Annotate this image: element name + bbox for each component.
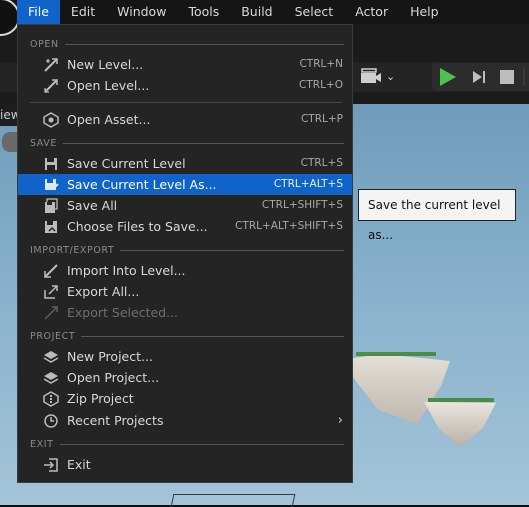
tooltip: Save the current level as... <box>358 189 516 242</box>
exit-icon <box>44 458 58 472</box>
section-header-exit: EXIT <box>30 438 344 450</box>
menu-edit[interactable]: Edit <box>60 0 106 24</box>
menu-entry-save-all[interactable]: Save All CTRL+SHIFT+S <box>18 195 352 216</box>
save-all-icon <box>45 198 58 213</box>
menu-bar: File Edit Window Tools Build Select Acto… <box>0 0 529 36</box>
stop-icon[interactable] <box>500 70 514 84</box>
chevron-right-icon: › <box>337 413 343 428</box>
menu-entry-exit[interactable]: Exit <box>18 454 352 475</box>
menu-entry-import-into-level[interactable]: Import Into Level... <box>18 260 352 281</box>
section-header-open: OPEN <box>30 38 344 50</box>
toolbar-separator <box>523 68 525 86</box>
recent-projects-icon <box>44 414 58 428</box>
choose-files-icon <box>45 221 57 233</box>
open-asset-icon <box>43 112 59 128</box>
menu-window[interactable]: Window <box>106 0 177 24</box>
menu-entry-open-level[interactable]: Open Level... CTRL+O <box>18 75 352 96</box>
section-header-project: PROJECT <box>30 330 344 342</box>
menu-entry-new-project[interactable]: New Project... <box>18 346 352 367</box>
file-menu-dropdown: OPEN New Level... CTRL+N Open Level... C… <box>17 24 353 483</box>
menu-entry-save-current-level-as[interactable]: Save Current Level As... CTRL+ALT+S <box>18 174 352 195</box>
cinematics-icon[interactable] <box>360 68 382 84</box>
menu-build[interactable]: Build <box>230 0 283 24</box>
new-project-icon <box>43 351 59 363</box>
menu-actor[interactable]: Actor <box>344 0 399 24</box>
menu-entry-save-current-level[interactable]: Save Current Level CTRL+S <box>18 153 352 174</box>
open-level-icon <box>44 79 58 93</box>
open-project-icon <box>43 372 59 384</box>
menu-entry-export-selected: Export Selected... <box>18 302 352 323</box>
menu-entry-open-asset[interactable]: Open Asset... CTRL+P <box>18 109 352 130</box>
menu-entry-recent-projects[interactable]: Recent Projects › <box>18 410 352 431</box>
menu-entry-new-level[interactable]: New Level... CTRL+N <box>18 54 352 75</box>
zip-project-icon <box>43 391 59 407</box>
menu-select[interactable]: Select <box>284 0 345 24</box>
floating-island <box>424 401 496 447</box>
menu-divider <box>30 102 342 103</box>
menu-file[interactable]: File <box>17 0 60 24</box>
viewport-tab[interactable]: iew <box>0 104 21 126</box>
menu-entry-choose-files-to-save[interactable]: Choose Files to Save... CTRL+ALT+SHIFT+S <box>18 216 352 237</box>
chevron-down-icon[interactable]: ⌄ <box>386 70 395 83</box>
step-icon[interactable] <box>472 70 486 84</box>
play-icon[interactable] <box>440 68 456 86</box>
menu-entry-open-project[interactable]: Open Project... <box>18 367 352 388</box>
menu-entry-export-all[interactable]: Export All... <box>18 281 352 302</box>
new-level-icon <box>44 58 58 72</box>
menu-entry-zip-project[interactable]: Zip Project <box>18 388 352 409</box>
menu-tools[interactable]: Tools <box>177 0 230 24</box>
island-grass <box>356 352 436 356</box>
island-grass <box>428 398 494 402</box>
save-icon <box>45 158 57 170</box>
menu-help[interactable]: Help <box>399 0 450 24</box>
wireframe-box <box>170 494 296 507</box>
save-as-icon <box>45 179 59 190</box>
section-header-import-export: IMPORT/EXPORT <box>30 244 344 256</box>
viewport-options-icon[interactable] <box>2 132 18 152</box>
section-header-save: SAVE <box>30 137 344 149</box>
export-icon <box>44 285 58 299</box>
import-icon <box>44 264 58 278</box>
export-selected-icon <box>44 306 58 320</box>
